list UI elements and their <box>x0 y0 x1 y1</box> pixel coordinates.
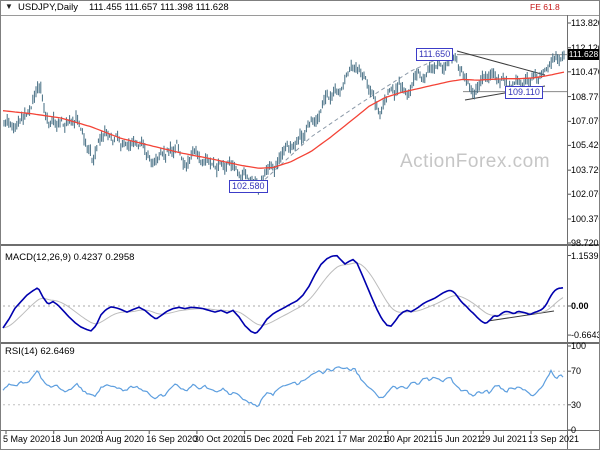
macd-axis-label: 0.00 <box>571 301 589 311</box>
x-axis-date-label: 15 Dec 2020 <box>241 434 293 444</box>
macd-indicator-label: MACD(12,26,9) 0.4237 0.2958 <box>5 252 135 263</box>
price-axis-label: 100.370 <box>571 214 599 224</box>
fib-extension-label: FE 61.8 <box>530 2 560 12</box>
panel-divider-rsi[interactable] <box>1 342 599 344</box>
price-chart-canvas[interactable] <box>1 1 600 450</box>
macd-axis-label: -0.6643 <box>571 330 600 341</box>
panel-divider-macd[interactable] <box>1 244 599 246</box>
x-axis-date-label: 17 Mar 2021 <box>337 434 388 444</box>
price-bars <box>3 50 565 195</box>
support-level-label[interactable]: 109.110 <box>505 86 543 99</box>
axis-divider <box>1 430 599 431</box>
rsi-indicator-label: RSI(14) 62.6469 <box>5 346 75 357</box>
x-axis-date-label: 29 Jul 2021 <box>480 434 527 444</box>
x-axis-date-label: 30 Apr 2021 <box>384 434 434 444</box>
title-bar: ▼ USDJPY,Daily 111.455 111.657 111.398 1… <box>1 1 599 15</box>
y-axis-border <box>567 1 568 449</box>
rsi-axis-label: 100 <box>571 341 587 351</box>
x-axis-date-label: 1 Feb 2021 <box>289 434 335 444</box>
rsi-line <box>2 366 564 408</box>
x-axis-date-label: 15 Jun 2021 <box>432 434 483 444</box>
chevron-down-icon[interactable]: ▼ <box>5 2 13 11</box>
price-axis-label: 108.770 <box>571 91 599 102</box>
price-axis-label: 98.720 <box>571 238 599 248</box>
rsi-axis-label: 30 <box>571 399 582 410</box>
price-axis-label: 105.420 <box>571 140 599 151</box>
low-level-label[interactable]: 102.580 <box>229 180 268 193</box>
x-axis-date-label: 30 Oct 2020 <box>193 434 243 444</box>
x-axis-date-label: 3 Aug 2020 <box>98 434 145 444</box>
price-axis-label: 107.070 <box>571 116 599 127</box>
x-axis-date-label: 13 Sep 2021 <box>528 434 580 444</box>
price-axis-label: 110.470 <box>571 66 600 77</box>
rsi-axis-label: 70 <box>571 366 582 377</box>
x-axis-date-label: 18 Jun 2020 <box>50 434 101 444</box>
price-axis-label: 103.720 <box>571 165 599 176</box>
macd-axis-label: 1.1539 <box>571 250 599 261</box>
current-price-tag: 111.628 <box>568 49 599 61</box>
x-axis-date-label: 16 Sep 2020 <box>146 434 198 444</box>
symbol-title: USDJPY,Daily <box>18 2 79 13</box>
x-axis-date-label: 5 May 2020 <box>3 434 51 444</box>
resistance-level-label[interactable]: 111.650 <box>416 48 454 61</box>
ohlc-values: 111.455 111.657 111.398 111.628 <box>89 2 229 13</box>
macd-main-line <box>2 254 564 334</box>
title-divider <box>1 15 599 16</box>
chart-window: ActionForex.com ▼ USDJPY,Daily 111.455 1… <box>0 0 600 450</box>
price-axis-label: 102.070 <box>571 189 599 200</box>
price-axis-label: 113.820 <box>571 18 600 28</box>
